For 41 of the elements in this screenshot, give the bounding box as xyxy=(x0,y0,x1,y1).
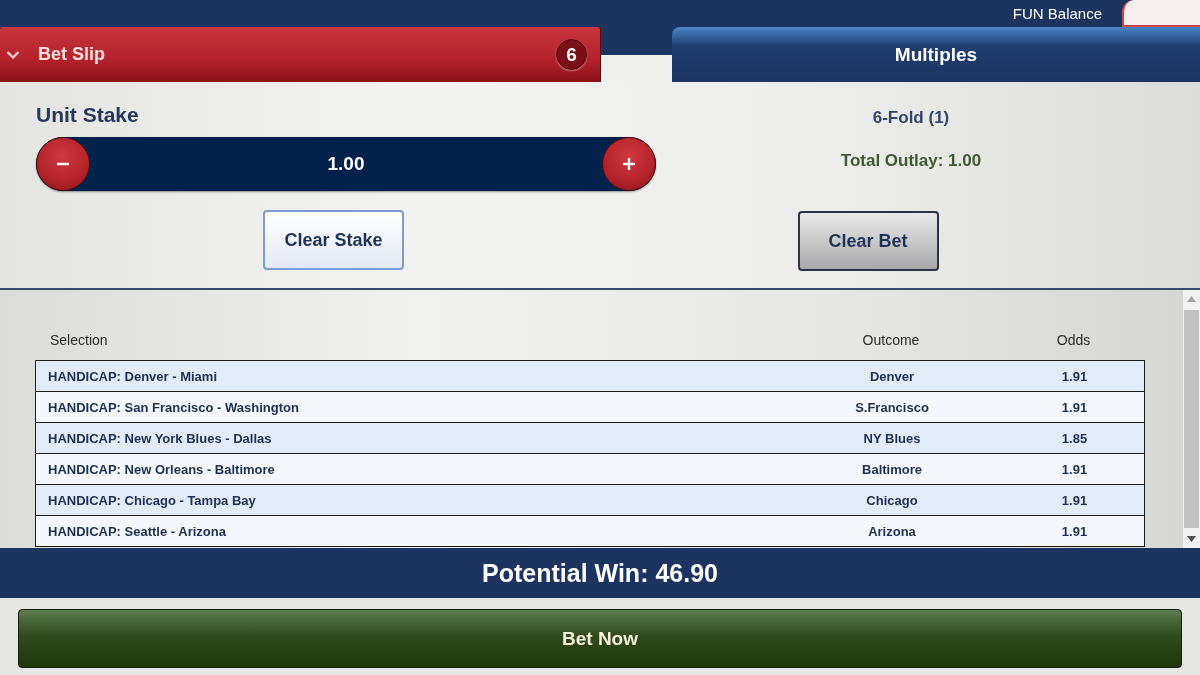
table-cell: HANDICAP: San Francisco - Washington xyxy=(48,399,299,415)
scroll-down-icon[interactable] xyxy=(1187,536,1196,542)
count-badge: 6 xyxy=(556,39,587,70)
potential-win-banner: Potential Win: 46.90 xyxy=(0,548,1200,598)
table-cell: NY Blues xyxy=(863,430,921,446)
stake-stepper[interactable]: 1.00 xyxy=(36,137,656,191)
decrease-button[interactable] xyxy=(36,137,90,191)
stake-value: 1.00 xyxy=(327,153,365,175)
increase-button[interactable] xyxy=(602,137,656,191)
scrollbar[interactable] xyxy=(1183,290,1200,548)
bet-slip-tab[interactable]: Bet Slip 6 xyxy=(0,27,601,82)
bet-now-button[interactable]: Bet Now xyxy=(18,609,1182,668)
scrollbar-thumb[interactable] xyxy=(1184,310,1199,528)
table-cell: S.Francisco xyxy=(855,399,929,415)
table-cell: 1.91 xyxy=(1061,523,1088,539)
bet-type-label: 6-Fold (1) xyxy=(872,108,950,128)
table-cell: 1.85 xyxy=(1061,430,1088,446)
column-header: Selection xyxy=(50,331,108,350)
clear-stake-button[interactable]: Clear Stake xyxy=(263,210,404,270)
table-cell: 1.91 xyxy=(1061,368,1088,384)
table-cell: HANDICAP: Denver - Miami xyxy=(48,368,218,384)
table-cell: Chicago xyxy=(866,492,918,508)
total-outlay-label: Total Outlay: 1.00 xyxy=(840,151,982,171)
column-header: Odds xyxy=(1056,331,1091,350)
table-cell: HANDICAP: Seattle - Arizona xyxy=(48,523,226,539)
clear-bet-button[interactable]: Clear Bet xyxy=(797,211,939,271)
plus-icon xyxy=(622,157,636,171)
table-cell: Denver xyxy=(869,368,915,384)
table-cell: Baltimore xyxy=(862,461,922,477)
table-cell: Arizona xyxy=(868,523,916,539)
column-header: Outcome xyxy=(862,331,920,350)
table-cell: 1.91 xyxy=(1061,461,1088,477)
unit-stake-label: Unit Stake xyxy=(36,103,139,127)
multiples-tab[interactable]: Multiples xyxy=(672,27,1200,82)
table-cell: HANDICAP: Chicago - Tampa Bay xyxy=(48,492,256,508)
balance-label: FUN Balance xyxy=(1012,5,1102,22)
table-cell: 1.91 xyxy=(1061,492,1088,508)
table-cell: 1.91 xyxy=(1061,399,1088,415)
table-cell: HANDICAP: New York Blues - Dallas xyxy=(48,430,272,446)
bet-slip-title: Bet Slip xyxy=(38,44,106,65)
table-cell: HANDICAP: New Orleans - Baltimore xyxy=(48,461,275,477)
